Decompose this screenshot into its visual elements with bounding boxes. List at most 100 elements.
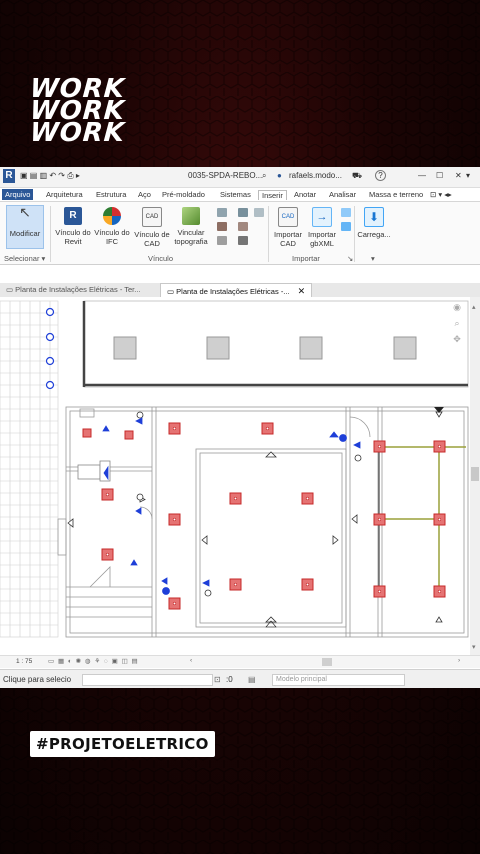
hashtag-sticker: #PROJETOELETRICO	[30, 731, 215, 757]
view-tab-1[interactable]: ▭ Planta de Instalações Elétricas - Ter.…	[0, 283, 147, 297]
switch-symbols	[102, 417, 361, 595]
circuit-wiring	[379, 446, 466, 597]
view-tab-2[interactable]: ▭ Planta de Instalações Elétricas -... ✕	[160, 283, 313, 298]
link-ifc-button[interactable]: Vínculo do IFC	[93, 207, 131, 246]
horizontal-scroll-thumb[interactable]	[322, 658, 332, 666]
ribbon-tabs: Arquivo Arquitetura Estrutura Aço Pré-mo…	[0, 188, 480, 202]
maximize-button[interactable]: ☐	[436, 171, 443, 180]
help-icon[interactable]: ?	[375, 170, 386, 181]
tab-sistemas[interactable]: Sistemas	[220, 190, 251, 199]
view-control-icons[interactable]: ▭ ▦ ◐ ✺ ◍ ⚘ ◌ ▣ ◫ ▤	[48, 657, 139, 665]
drawing-canvas[interactable]: ◉ ⌕ ✥	[0, 297, 470, 655]
group-link-label: Vínculo	[148, 254, 174, 263]
load-family-button[interactable]: ⬇ Carrega...	[356, 207, 392, 239]
ribbon-panel: ↖ Modificar Selecionar ▾ R Vínculo do Re…	[0, 202, 480, 265]
light-fixtures	[82, 422, 446, 610]
user-name[interactable]: rafaels.modo...	[289, 171, 342, 180]
tab-pre-moldado[interactable]: Pré-moldado	[162, 190, 205, 199]
user-icon[interactable]: ●	[277, 171, 282, 180]
select-dropdown[interactable]: Selecionar ▾	[4, 254, 45, 263]
import-cad-button[interactable]: CAD Importar CAD	[270, 207, 306, 248]
import-cad-label-1: Importar	[274, 230, 302, 239]
tab-estrutura[interactable]: Estrutura	[96, 190, 126, 199]
decal-icon[interactable]	[217, 208, 227, 217]
link-cad-button[interactable]: CAD Vínculo de CAD	[132, 207, 172, 248]
panel-dropdown-icon[interactable]: ▾	[371, 254, 375, 263]
import-gbxml-label-1: Importar	[308, 230, 336, 239]
ribbon-divider	[354, 206, 355, 262]
view-tab-icon: ▭	[167, 287, 177, 296]
link-topo-label-1: Vincular	[177, 228, 205, 237]
steering-wheel-icon[interactable]: ◉	[448, 299, 466, 315]
tab-analisar[interactable]: Analisar	[329, 190, 356, 199]
editing-requests: :0	[226, 675, 233, 684]
ribbon-options-icon[interactable]: ⊡ ▾ ◂▸	[430, 190, 452, 199]
design-option-value: Modelo principal	[276, 676, 327, 683]
status-hint: Clique para selecio	[3, 675, 72, 684]
link-topography-button[interactable]: Vincular topografia	[170, 207, 212, 246]
scroll-thumb[interactable]	[471, 467, 479, 481]
zoom-icon[interactable]: ⌕	[448, 315, 466, 331]
floor-plan	[0, 300, 469, 638]
cart-icon[interactable]: ⛟	[352, 171, 362, 181]
import-gbxml-label-2: gbXML	[310, 239, 334, 248]
view-scale[interactable]: 1 : 75	[16, 658, 32, 665]
cursor-arrow-icon: ↖	[19, 204, 31, 220]
workset-field[interactable]	[82, 674, 213, 686]
view-tab-icon: ▭	[6, 285, 16, 294]
sink-fixture	[77, 464, 101, 480]
tab-anotar[interactable]: Anotar	[294, 190, 316, 199]
image-icon[interactable]	[238, 222, 248, 231]
quick-access-icons[interactable]: ▣ ▤ ▥ ↶ ↷ ⎙ ▸	[20, 171, 80, 181]
import-pdf-icon[interactable]	[341, 222, 351, 231]
tab-massa-e-terreno[interactable]: Massa e terreno	[369, 190, 423, 199]
plan-walls	[57, 406, 469, 638]
modify-button[interactable]: ↖ Modificar	[6, 205, 44, 249]
link-ifc-label-2: IFC	[105, 237, 119, 246]
design-option-field[interactable]: Modelo principal	[272, 674, 405, 686]
help-dropdown-icon[interactable]: ▾	[466, 171, 470, 180]
topography-icon	[182, 207, 200, 225]
link-topo-label-2: topografia	[174, 237, 208, 246]
minimize-button[interactable]: —	[418, 171, 426, 180]
tab-arquitetura[interactable]: Arquitetura	[46, 190, 83, 199]
app-logo-icon[interactable]: R	[3, 169, 15, 183]
view-control-bar: 1 : 75 ▭ ▦ ◐ ✺ ◍ ⚘ ◌ ▣ ◫ ▤ ‹ ›	[0, 655, 480, 668]
link-revit-label-1: Vínculo do	[55, 228, 91, 237]
binoculars-icon[interactable]: ⌕	[262, 171, 266, 181]
tab-aco[interactable]: Aço	[138, 190, 151, 199]
snap-icon[interactable]	[238, 236, 248, 245]
story-caption: WORK WORK WORK	[28, 74, 127, 148]
close-tab-icon[interactable]: ✕	[298, 286, 306, 296]
workset-icon[interactable]: ⊡	[214, 675, 221, 684]
link-cad-label-1: Vínculo de	[134, 230, 170, 239]
link-ifc-label-1: Vínculo do	[94, 228, 130, 237]
panel-expand-icon[interactable]: ↘	[347, 254, 353, 263]
link-revit-button[interactable]: R Vínculo do Revit	[53, 207, 93, 246]
revit-link-icon: R	[64, 207, 82, 225]
import-image-icon[interactable]	[341, 208, 351, 217]
scroll-down-icon[interactable]: ▾	[472, 643, 476, 651]
scroll-right-icon[interactable]: ›	[458, 657, 460, 664]
outlet-symbols	[67, 411, 443, 623]
manage-links-icon[interactable]	[217, 222, 227, 231]
coordination-model-icon[interactable]	[254, 208, 264, 217]
close-window-button[interactable]: ✕	[455, 171, 462, 180]
gbxml-icon: →	[312, 207, 332, 227]
wall-tiles	[0, 300, 59, 638]
import-cad-label-2: CAD	[280, 239, 296, 248]
vertical-scrollbar[interactable]: ▴ ▾	[470, 297, 480, 655]
point-cloud-icon[interactable]	[238, 208, 248, 217]
view-tabs: ▭ Planta de Instalações Elétricas - Ter.…	[0, 283, 480, 298]
scroll-up-icon[interactable]: ▴	[472, 303, 476, 311]
import-gbxml-button[interactable]: → Importar gbXML	[304, 207, 340, 248]
pan-icon[interactable]: ✥	[448, 331, 466, 347]
scroll-left-icon[interactable]: ‹	[190, 657, 192, 664]
status-bar: Clique para selecio ⊡ :0 ▤ Modelo princi…	[0, 669, 480, 688]
navigation-bar[interactable]: ◉ ⌕ ✥	[448, 299, 466, 351]
tab-arquivo[interactable]: Arquivo	[2, 189, 34, 200]
mark-icon[interactable]	[217, 236, 227, 245]
tab-inserir[interactable]: Inserir	[258, 190, 287, 200]
caption-line-3: WORK	[28, 118, 127, 148]
filter-icon[interactable]: ▤	[248, 675, 256, 684]
